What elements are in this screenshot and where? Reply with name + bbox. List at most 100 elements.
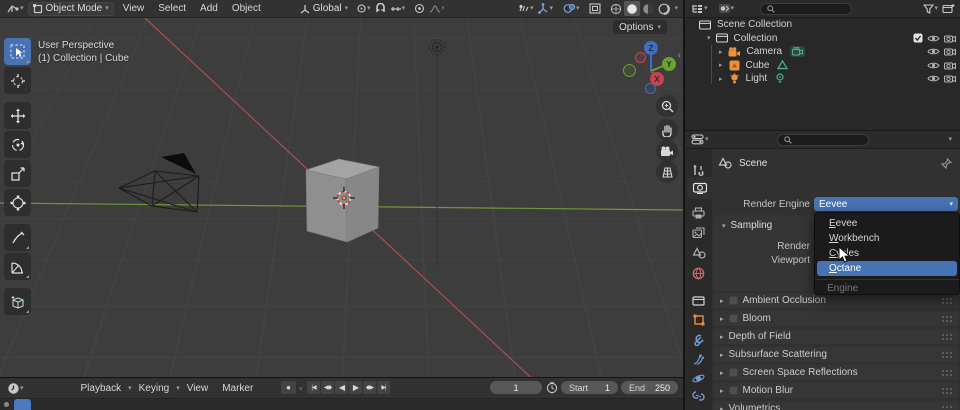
- disable-render-camera-icon[interactable]: [944, 74, 956, 83]
- tab-collection[interactable]: [685, 289, 712, 311]
- jump-to-start-button[interactable]: |◀: [307, 381, 320, 394]
- gizmo-neg-z-axis[interactable]: [645, 83, 656, 94]
- frame-start-field[interactable]: Start 1: [561, 381, 618, 394]
- proportional-edit-toggle[interactable]: [412, 1, 427, 16]
- menu-marker[interactable]: Marker: [215, 383, 260, 394]
- outliner-restriction-button[interactable]: ▾: [716, 1, 737, 16]
- menu-select[interactable]: Select: [151, 3, 193, 14]
- annotate-tool[interactable]: [4, 224, 31, 251]
- rotate-tool[interactable]: [4, 131, 31, 158]
- outliner-row-scene-collection[interactable]: Scene Collection: [685, 18, 960, 31]
- shading-dropdown[interactable]: ▾: [672, 1, 680, 16]
- drag-grip-icon[interactable]: [941, 369, 952, 376]
- add-cube-tool[interactable]: [4, 288, 31, 315]
- outliner-search-input[interactable]: [760, 3, 852, 15]
- drag-grip-icon[interactable]: [941, 297, 952, 304]
- play-button[interactable]: ▶: [349, 381, 362, 394]
- properties-display-button[interactable]: ▾: [689, 132, 711, 147]
- disclosure-open-icon[interactable]: ▾: [722, 222, 726, 230]
- pan-view-button[interactable]: [656, 119, 678, 141]
- next-keyframe-button[interactable]: ◆▶: [363, 381, 376, 394]
- menu-keying[interactable]: Keying: [132, 383, 177, 394]
- shading-wireframe-button[interactable]: [608, 1, 624, 16]
- 3d-viewport[interactable]: ▾ Object Mode ▾ View Select Add Object G…: [0, 0, 684, 378]
- tab-object[interactable]: [685, 309, 712, 331]
- outliner-display-mode-button[interactable]: ▾: [689, 1, 710, 16]
- mode-dropdown[interactable]: Object Mode ▾: [28, 2, 114, 16]
- gizmo-neg-x-axis[interactable]: [635, 52, 646, 63]
- drag-grip-icon[interactable]: [941, 315, 952, 322]
- light-data-icon[interactable]: [775, 73, 785, 84]
- scene-canvas[interactable]: [0, 18, 684, 378]
- disclosure-open-icon[interactable]: ▾: [707, 34, 711, 42]
- menu-view[interactable]: View: [116, 3, 152, 14]
- gizmos-dropdown[interactable]: ▾: [535, 1, 555, 16]
- new-collection-button[interactable]: [940, 1, 957, 16]
- tab-render[interactable]: [687, 177, 712, 199]
- properties-options-dropdown[interactable]: ▾: [948, 136, 952, 143]
- measure-tool[interactable]: [4, 253, 31, 280]
- drag-grip-icon[interactable]: [941, 387, 952, 394]
- outliner-row-camera[interactable]: ▸ Camera: [685, 45, 960, 58]
- drag-grip-icon[interactable]: [941, 333, 952, 340]
- zoom-view-button[interactable]: [656, 95, 678, 117]
- camera-object[interactable]: [119, 153, 199, 212]
- section-depth-of-field[interactable]: ▸ Depth of Field: [714, 329, 958, 344]
- timeline-editor-type-button[interactable]: ▾: [5, 381, 26, 396]
- section-subsurface-scattering[interactable]: ▸ Subsurface Scattering: [714, 347, 958, 362]
- section-volumetrics[interactable]: ▸ Volumetrics: [714, 401, 958, 410]
- mesh-data-icon[interactable]: [777, 60, 788, 70]
- options-button[interactable]: Options ▾: [613, 20, 667, 34]
- gizmo-z-axis[interactable]: Z: [644, 41, 658, 55]
- editor-type-button[interactable]: ▾: [4, 1, 26, 16]
- navigation-gizmo[interactable]: Z Y X: [622, 40, 680, 96]
- section-bloom[interactable]: ▸ Bloom: [714, 311, 958, 326]
- snap-target-dropdown[interactable]: ▾: [388, 1, 408, 16]
- gizmo-neg-y-axis[interactable]: [623, 64, 636, 77]
- hide-viewport-eye-icon[interactable]: [927, 34, 940, 43]
- tab-output[interactable]: [685, 202, 712, 224]
- section-screen-space-reflections[interactable]: ▸ Screen Space Reflections: [714, 365, 958, 380]
- select-box-tool[interactable]: [4, 38, 31, 65]
- properties-search-input[interactable]: [777, 134, 869, 146]
- perspective-toggle-button[interactable]: [656, 161, 678, 183]
- auto-keying-button[interactable]: ●: [281, 381, 296, 394]
- checkbox-checked-icon[interactable]: [913, 33, 923, 43]
- move-tool[interactable]: [4, 102, 31, 129]
- timeline-scrub-area[interactable]: [0, 398, 683, 410]
- prev-keyframe-button[interactable]: ◀◆: [321, 381, 334, 394]
- hide-viewport-eye-icon[interactable]: [927, 74, 940, 83]
- hide-viewport-eye-icon[interactable]: [927, 47, 940, 56]
- outliner-row-collection[interactable]: ▾ Collection: [685, 32, 960, 45]
- section-checkbox[interactable]: [729, 314, 738, 323]
- cursor-tool[interactable]: [4, 67, 31, 94]
- outliner-row-light[interactable]: ▸ Light: [685, 72, 960, 85]
- menu-item-eevee[interactable]: Eevee: [817, 216, 957, 231]
- section-checkbox[interactable]: [729, 296, 738, 305]
- drag-grip-icon[interactable]: [941, 405, 952, 410]
- playhead-marker[interactable]: [14, 399, 31, 410]
- frame-end-field[interactable]: End 250: [621, 381, 678, 394]
- sampling-title[interactable]: Sampling: [731, 220, 773, 231]
- tab-world[interactable]: [685, 262, 712, 284]
- scale-tool[interactable]: [4, 160, 31, 187]
- tab-view-layer[interactable]: [685, 222, 712, 244]
- tab-object-data[interactable]: [685, 403, 712, 410]
- section-checkbox[interactable]: [729, 368, 738, 377]
- disable-render-camera-icon[interactable]: [944, 47, 956, 56]
- hide-viewport-eye-icon[interactable]: [927, 61, 940, 70]
- menu-timeline-view[interactable]: View: [180, 383, 216, 394]
- transform-tool[interactable]: [4, 189, 31, 216]
- preview-range-clock-icon[interactable]: [546, 382, 558, 394]
- camera-data-icon[interactable]: [790, 46, 805, 57]
- play-reverse-button[interactable]: ◀: [335, 381, 348, 394]
- visibility-dropdown[interactable]: ▾: [516, 1, 536, 16]
- menu-playback[interactable]: Playback: [74, 383, 129, 394]
- jump-to-end-button[interactable]: ▶|: [377, 381, 390, 394]
- tab-scene[interactable]: [685, 242, 712, 264]
- render-engine-dropdown[interactable]: Eevee ▾: [814, 197, 958, 211]
- shading-solid-button[interactable]: [624, 1, 640, 16]
- disclosure-closed-icon[interactable]: ▸: [719, 61, 723, 69]
- shading-rendered-button[interactable]: [656, 1, 672, 16]
- proportional-falloff-dropdown[interactable]: ▾: [427, 1, 447, 16]
